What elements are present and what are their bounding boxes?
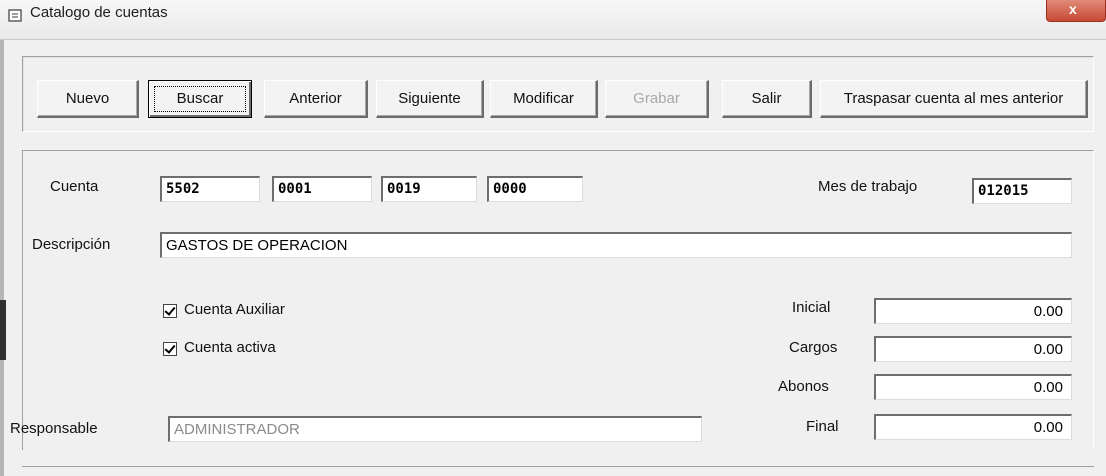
panel-bottom-divider [22,466,1094,467]
descripcion-label: Descripción [32,236,111,253]
cuenta-field-1[interactable]: 5502 [160,176,260,202]
cuenta-field-3[interactable]: 0019 [381,176,477,202]
abonos-label: Abonos [778,378,829,395]
close-button[interactable]: x [1046,0,1106,22]
cuenta-label: Cuenta [50,178,99,195]
buscar-button[interactable]: Buscar [148,80,252,118]
mes-trabajo-field[interactable]: 012015 [972,178,1072,204]
salir-button[interactable]: Salir [722,80,812,118]
cuenta-auxiliar-checkbox[interactable] [163,304,177,318]
mes-trabajo-label: Mes de trabajo [818,178,918,195]
cargos-field[interactable]: 0.00 [874,336,1072,362]
catalogo-window: Catalogo de cuentas x Nuevo Buscar Anter… [0,0,1106,476]
focus-rectangle [154,86,246,112]
window-edge-shadow [0,300,6,360]
responsable-field[interactable]: ADMINISTRADOR [168,416,702,442]
window-edge [0,40,4,476]
nuevo-button[interactable]: Nuevo [37,80,139,118]
traspasar-button[interactable]: Traspasar cuenta al mes anterior [820,80,1088,118]
cuenta-activa-label: Cuenta activa [184,339,276,356]
grabar-button[interactable]: Grabar [605,80,709,118]
close-icon: x [1069,1,1077,17]
siguiente-button[interactable]: Siguiente [376,80,484,118]
descripcion-field[interactable]: GASTOS DE OPERACION [160,232,1072,258]
cuenta-field-4[interactable]: 0000 [487,176,583,202]
anterior-button[interactable]: Anterior [264,80,368,118]
final-label: Final [806,418,839,435]
cuenta-field-2[interactable]: 0001 [272,176,372,202]
responsable-label: Responsable [10,420,98,437]
title-bar: Catalogo de cuentas x [0,0,1106,40]
final-field[interactable]: 0.00 [874,414,1072,440]
modificar-button[interactable]: Modificar [490,80,598,118]
cargos-label: Cargos [789,339,838,356]
inicial-field[interactable]: 0.00 [874,298,1072,324]
window-title: Catalogo de cuentas [30,4,168,21]
cuenta-activa-checkbox[interactable] [163,342,177,356]
app-icon [8,9,22,22]
inicial-label: Inicial [792,299,831,316]
cuenta-auxiliar-label: Cuenta Auxiliar [184,301,285,318]
abonos-field[interactable]: 0.00 [874,374,1072,400]
